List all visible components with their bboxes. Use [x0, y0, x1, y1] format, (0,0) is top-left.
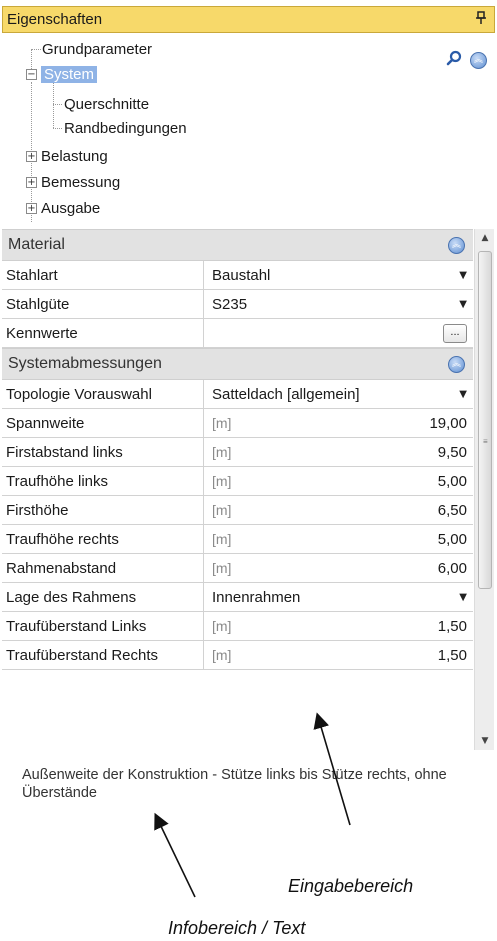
annotation-arrows	[154, 712, 351, 898]
annotation-eingabebereich: Eingabebereich	[288, 876, 414, 896]
annotation-infobereich: Infobereich / Text	[168, 918, 306, 938]
